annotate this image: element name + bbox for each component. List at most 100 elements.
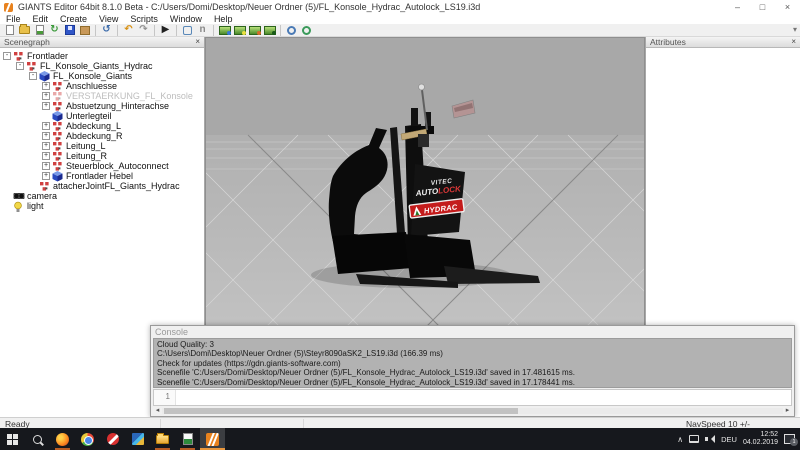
scenegraph-item[interactable]: + Leitung_L: [0, 141, 204, 151]
new-file-icon[interactable]: [3, 24, 16, 36]
expand-icon[interactable]: +: [42, 122, 50, 130]
scenegraph-item[interactable]: +Abdeckung_R: [0, 131, 204, 141]
chrome-icon: [81, 433, 94, 446]
scroll-left-icon[interactable]: ◂: [153, 407, 162, 415]
notification-badge: 1: [790, 438, 798, 446]
expand-icon[interactable]: +: [42, 102, 50, 110]
rotate-view-icon[interactable]: ↺: [100, 24, 113, 36]
taskbar-giants-editor[interactable]: [200, 428, 225, 450]
expand-icon[interactable]: +: [42, 132, 50, 140]
import-icon[interactable]: [33, 24, 46, 36]
expand-icon[interactable]: +: [42, 82, 50, 90]
expand-icon[interactable]: +: [42, 92, 50, 100]
tree-item-label: Leitung_R: [65, 151, 107, 161]
toolbar-overflow-chevron-icon[interactable]: ▾: [793, 25, 797, 34]
clock[interactable]: 12:52 04.02.2019: [743, 431, 778, 447]
taskbar-chrome[interactable]: [75, 428, 100, 450]
menu-create[interactable]: Create: [54, 14, 93, 24]
scenegraph-item[interactable]: attacherJointFL_Giants_Hydrac: [0, 181, 204, 191]
scenegraph-item[interactable]: camera: [0, 191, 204, 201]
open-file-icon[interactable]: [18, 24, 31, 36]
scenegraph-item[interactable]: +Abdeckung_L: [0, 121, 204, 131]
tree-item-label: attacherJointFL_Giants_Hydrac: [52, 181, 180, 191]
scenegraph-item[interactable]: + Leitung_R: [0, 151, 204, 161]
menu-window[interactable]: Window: [164, 14, 208, 24]
tree-item-label: Abstuetzung_Hinterachse: [65, 101, 169, 111]
editor-settings-icon[interactable]: [300, 24, 313, 36]
expand-icon[interactable]: +: [42, 152, 50, 160]
tree-item-label: Unterlegteil: [65, 111, 112, 121]
collapse-icon[interactable]: -: [29, 72, 37, 80]
scroll-right-icon[interactable]: ▸: [783, 407, 792, 415]
collapse-icon[interactable]: -: [3, 52, 11, 60]
scenegraph-item[interactable]: + Abstuetzung_Hinterachse: [0, 101, 204, 111]
status-separator: [160, 419, 161, 428]
menu-view[interactable]: View: [93, 14, 124, 24]
maximize-button[interactable]: □: [750, 0, 775, 14]
render-settings-icon[interactable]: [285, 24, 298, 36]
taskbar-start[interactable]: [0, 428, 25, 450]
scenegraph-item[interactable]: + Steuerblock_Autoconnect: [0, 161, 204, 171]
menu-scripts[interactable]: Scripts: [124, 14, 164, 24]
menu-help[interactable]: Help: [208, 14, 239, 24]
tree-item-label: Leitung_L: [65, 141, 106, 151]
play-icon[interactable]: ▶: [159, 24, 172, 36]
notification-center-icon[interactable]: 1: [784, 434, 795, 444]
taskbar-adblocker[interactable]: [100, 428, 125, 450]
status-bar: Ready NavSpeed 10 +/-: [0, 417, 800, 428]
redo-icon[interactable]: ↷: [137, 24, 150, 36]
scrollbar-thumb[interactable]: [164, 408, 518, 414]
tray-expand-icon[interactable]: ∧: [677, 435, 683, 444]
title-bar: GIANTS Editor 64bit 8.1.0 Beta - C:/User…: [0, 0, 800, 14]
tree-item-label: camera: [26, 191, 57, 201]
attributes-close-icon[interactable]: ×: [791, 37, 796, 47]
scenegraph-item[interactable]: -FL_Konsole_Giants_Hydrac: [0, 61, 204, 71]
reload-icon[interactable]: ↻: [48, 24, 61, 36]
console-horizontal-scrollbar[interactable]: ◂ ▸: [153, 407, 792, 415]
menu-edit[interactable]: Edit: [27, 14, 55, 24]
scenegraph-item[interactable]: -FL_Konsole_Giants: [0, 71, 204, 81]
scrollbar-track[interactable]: [162, 408, 783, 414]
taskbar-apps: [0, 428, 225, 450]
tree-item-label: Steuerblock_Autoconnect: [65, 161, 169, 171]
render-settings-icon-shape: [287, 26, 296, 35]
console-script-input[interactable]: 1: [153, 389, 792, 406]
taskbar-file-explorer[interactable]: [150, 428, 175, 450]
snap-mode-icon[interactable]: n: [196, 24, 209, 36]
menu-file[interactable]: File: [0, 14, 27, 24]
taskbar-photos[interactable]: [125, 428, 150, 450]
taskbar-firefox[interactable]: [50, 428, 75, 450]
scenegraph-item[interactable]: light: [0, 201, 204, 211]
toolbar-separator: [95, 25, 96, 36]
taskbar-notes-app[interactable]: [175, 428, 200, 450]
scenegraph-item[interactable]: +VERSTAERKUNG_FL_Konsole: [0, 91, 204, 101]
expand-icon[interactable]: +: [42, 172, 50, 180]
scenegraph-close-icon[interactable]: ×: [195, 37, 200, 47]
scenegraph-item[interactable]: -Frontlader: [0, 51, 204, 61]
undo-icon[interactable]: ↶: [122, 24, 135, 36]
terrain-sculpt-icon[interactable]: [218, 24, 231, 36]
speaker-icon[interactable]: [705, 434, 715, 444]
taskbar-search[interactable]: [25, 428, 50, 450]
toolbar-separator: [117, 25, 118, 36]
network-icon[interactable]: [689, 435, 699, 443]
expand-icon[interactable]: +: [42, 162, 50, 170]
save-icon[interactable]: [63, 24, 76, 36]
scenegraph-item[interactable]: Unterlegteil: [0, 111, 204, 121]
close-button[interactable]: ×: [775, 0, 800, 14]
foliage-paint-icon[interactable]: [263, 24, 276, 36]
attributes-title: Attributes: [650, 37, 686, 47]
export-icon[interactable]: [78, 24, 91, 36]
scenegraph-item[interactable]: +Anschluesse: [0, 81, 204, 91]
collapse-icon[interactable]: -: [16, 62, 24, 70]
shape-icon: [39, 71, 52, 82]
terrain-smooth-icon[interactable]: [233, 24, 246, 36]
tray-time: 12:52: [743, 431, 778, 439]
keyboard-language[interactable]: DEU: [721, 435, 737, 444]
local-mode-icon[interactable]: [181, 24, 194, 36]
terrain-paint-icon[interactable]: [248, 24, 261, 36]
open-file-icon-shape: [19, 26, 30, 34]
minimize-button[interactable]: –: [725, 0, 750, 14]
scenegraph-item[interactable]: +Frontlader Hebel: [0, 171, 204, 181]
expand-icon[interactable]: +: [42, 142, 50, 150]
